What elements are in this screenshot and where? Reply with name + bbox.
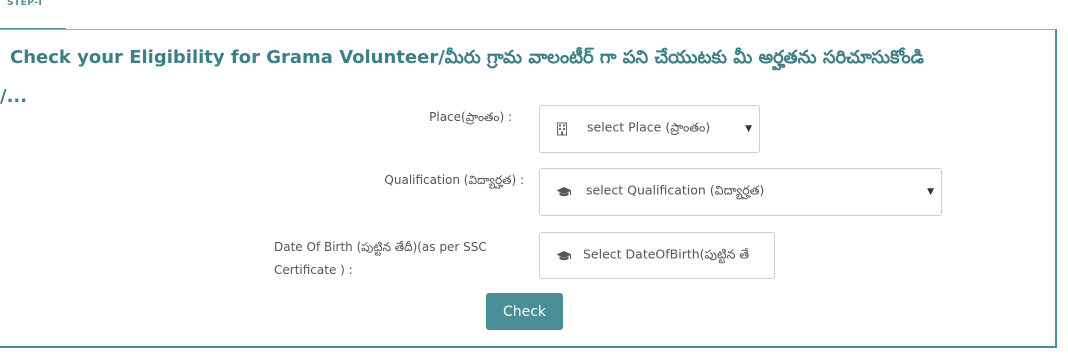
place-select[interactable]: select Place (ప్రాంతం) ▼ [539,105,760,153]
page-title: Check your Eligibility for Grama Volunte… [10,47,924,68]
graduation-cap-icon [556,250,572,262]
caret-down-icon: ▼ [745,124,752,134]
step-label: STEP-I [7,0,43,8]
qualification-select-value: select Qualification (విద్యార్హత) [586,182,765,198]
graduation-cap-icon [556,186,572,198]
dob-input[interactable]: Select DateOfBirth(పుట్టిన తే [539,232,775,279]
qualification-select[interactable]: select Qualification (విద్యార్హత) ▼ [539,168,942,216]
qualification-label: Qualification (విద్యార్హత) : [384,173,524,187]
place-label: Place(ప్రాంతం) : [429,110,512,124]
caret-down-icon: ▼ [927,187,934,197]
building-icon [556,122,568,136]
check-button[interactable]: Check [486,293,563,330]
place-select-value: select Place (ప్రాంతం) [587,119,711,135]
dob-placeholder: Select DateOfBirth(పుట్టిన తే [583,246,750,261]
step-tab[interactable]: STEP-I [0,0,66,30]
page-title-continuation: /... [0,86,28,107]
dob-label: Date Of Birth (పుట్టిన తేదీ)(as per SSC … [274,240,487,277]
